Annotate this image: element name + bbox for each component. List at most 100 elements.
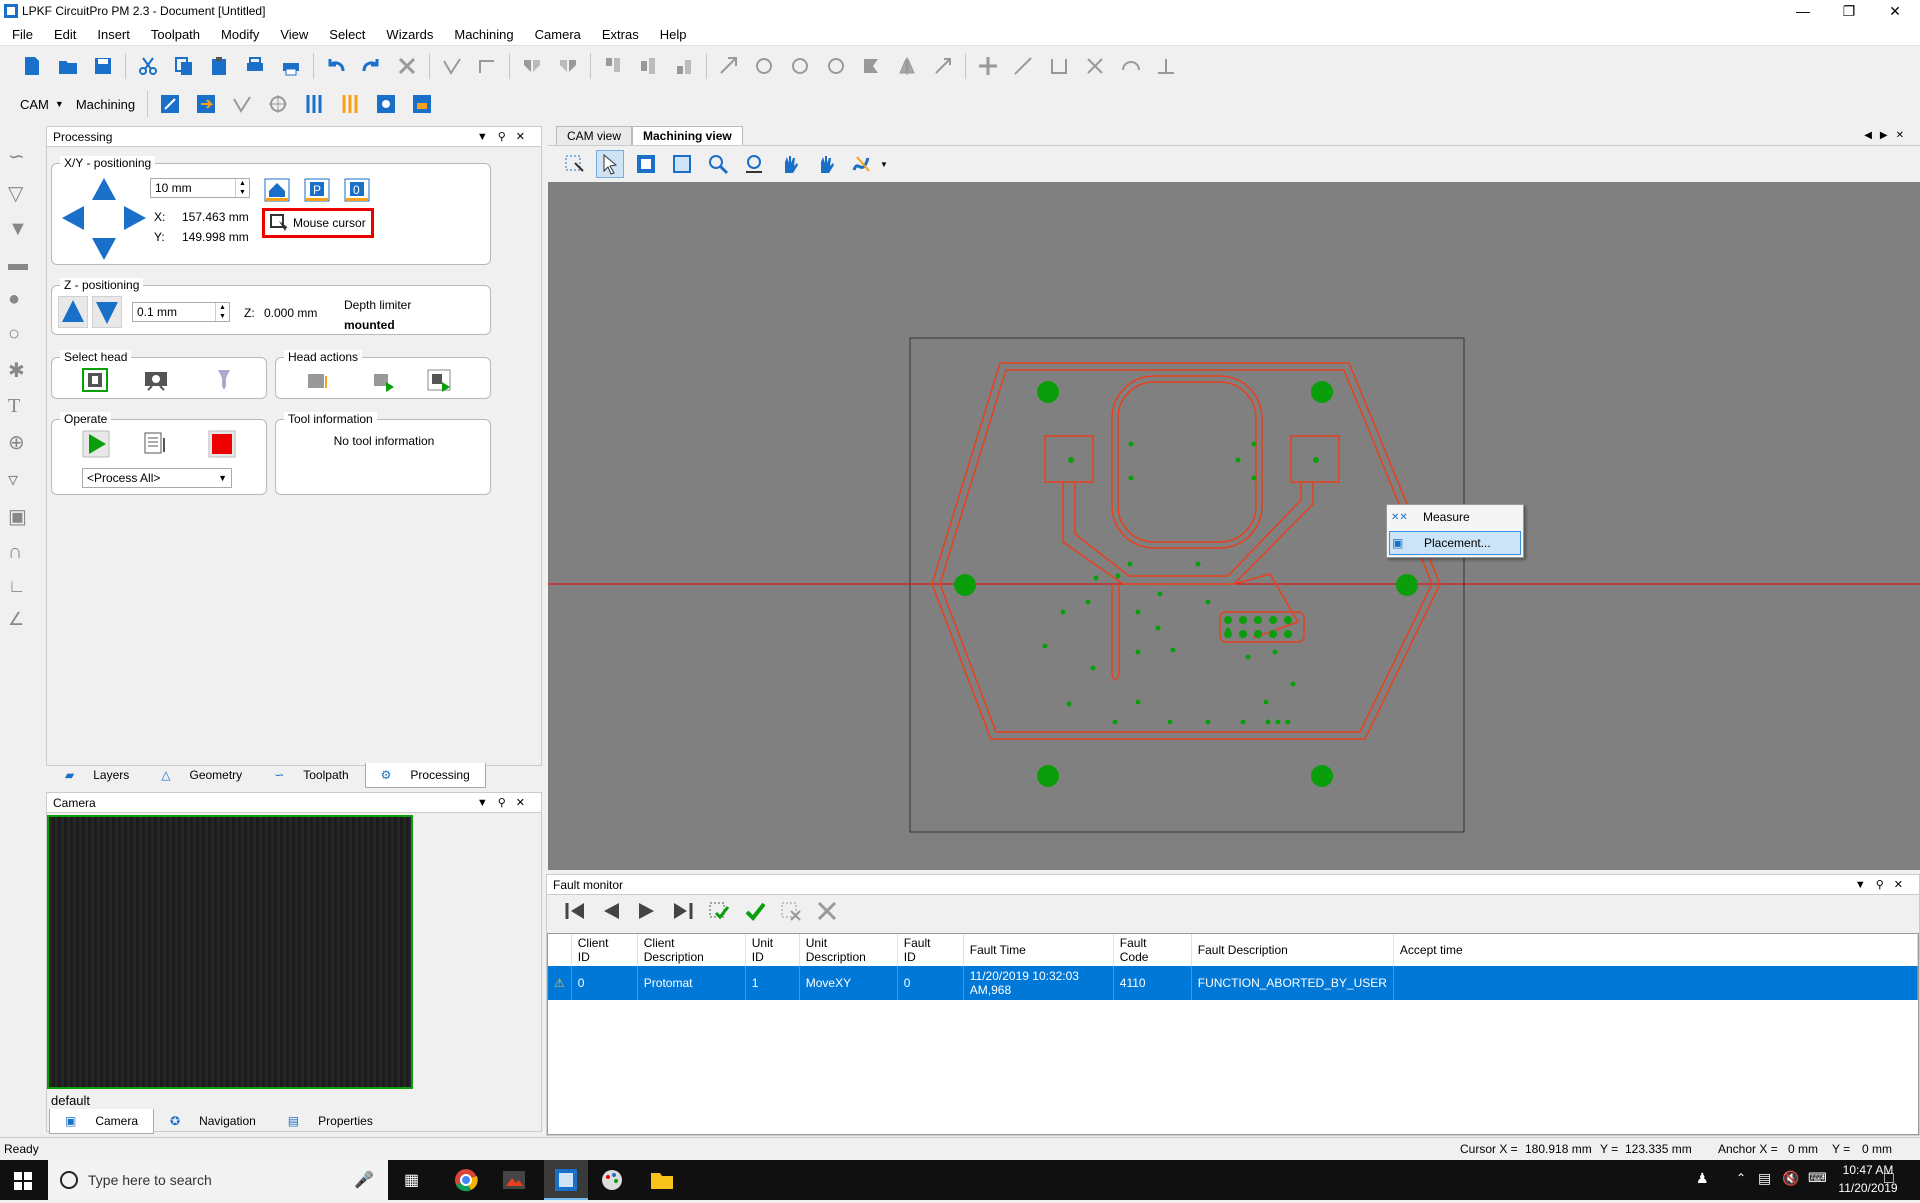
copy-icon[interactable] (170, 52, 198, 80)
chrome-icon[interactable] (454, 1168, 478, 1192)
tab-properties[interactable]: ▤ Properties (272, 1108, 389, 1134)
scale-icon[interactable] (858, 52, 886, 80)
menu-machining[interactable]: Machining (442, 22, 522, 42)
chevron-down-icon[interactable]: ▼ (55, 99, 64, 109)
align-tool-icon[interactable]: ∩ (0, 535, 40, 570)
col-unit-id[interactable]: Unit ID (745, 934, 800, 966)
camera-tool-icon[interactable]: ▣ (0, 498, 40, 535)
close-view-icon[interactable]: ✕ (1896, 130, 1912, 141)
menu-edit[interactable]: Edit (42, 22, 85, 42)
process-select[interactable]: <Process All> ▼ (82, 468, 232, 488)
pointer-icon[interactable] (596, 150, 624, 178)
dropdown-icon[interactable]: ▼ (1855, 879, 1876, 891)
milling-head-icon[interactable] (82, 368, 108, 392)
z-up-icon[interactable] (58, 296, 88, 328)
rectangle-icon[interactable]: ▬ (0, 247, 40, 282)
start-icon[interactable] (82, 430, 110, 458)
context-item-placement[interactable]: ▣ Placement... (1389, 531, 1521, 555)
app-icon-2[interactable] (502, 1168, 526, 1192)
paint-icon[interactable] (600, 1168, 624, 1192)
wizard-icon[interactable] (156, 90, 184, 118)
dimension-icon[interactable] (1045, 52, 1073, 80)
move-icon[interactable] (715, 52, 743, 80)
head-action3-icon[interactable] (426, 368, 454, 394)
rotate-ccw-icon[interactable] (786, 52, 814, 80)
col-fault-time[interactable]: Fault Time (963, 934, 1114, 966)
menu-wizards[interactable]: Wizards (374, 22, 442, 42)
people-icon[interactable]: ♟ (1696, 1170, 1709, 1187)
zoom-in-icon[interactable] (740, 150, 768, 178)
mouse-cursor-button[interactable]: Mouse cursor (262, 208, 374, 238)
chevron-down-icon[interactable]: ▼ (880, 160, 888, 169)
undo-icon[interactable] (322, 52, 350, 80)
angle-45-icon[interactable]: ∠ (0, 603, 40, 636)
fiducial-icon[interactable] (264, 90, 292, 118)
tool-settings-icon[interactable] (336, 90, 364, 118)
snap-mode-icon[interactable] (848, 150, 876, 178)
angle-90-icon[interactable]: ∟ (0, 570, 40, 603)
process-list-icon[interactable] (142, 430, 170, 458)
menu-toolpath[interactable]: Toolpath (139, 22, 209, 42)
open-icon[interactable] (54, 52, 82, 80)
col-fault-id[interactable]: Fault ID (897, 934, 964, 966)
volume-muted-icon[interactable]: 🔇 (1782, 1170, 1799, 1187)
col-client-id[interactable]: Client ID (571, 934, 638, 966)
print-preview-icon[interactable] (241, 52, 269, 80)
delete-selected-icon[interactable] (777, 897, 805, 925)
pin-icon[interactable]: ⚲ (498, 797, 516, 809)
col-fault-description[interactable]: Fault Description (1191, 934, 1394, 966)
xy-step-spinner[interactable]: ▲ ▼ (235, 179, 249, 197)
minimize-button[interactable]: — (1780, 0, 1826, 22)
accept-selected-icon[interactable] (705, 897, 733, 925)
polyline-icon[interactable]: ▽ (0, 175, 40, 212)
text-icon[interactable]: T (0, 389, 40, 424)
menu-modify[interactable]: Modify (209, 22, 268, 42)
z-down-icon[interactable] (92, 296, 122, 328)
measure-line-icon[interactable] (1010, 52, 1038, 80)
close-icon[interactable]: ✕ (1894, 879, 1913, 891)
align-bottom-icon[interactable] (670, 52, 698, 80)
toolpath-icon[interactable] (228, 90, 256, 118)
lpkf-taskbar-item[interactable] (544, 1160, 588, 1200)
park-position-icon[interactable]: P (304, 178, 330, 202)
prev-fault-icon[interactable] (597, 897, 625, 925)
select-area-icon[interactable] (560, 150, 588, 178)
file-explorer-icon[interactable] (650, 1168, 674, 1192)
line-icon[interactable]: ∽ (0, 138, 40, 175)
menu-view[interactable]: View (268, 22, 317, 42)
mirror2-icon[interactable] (554, 52, 582, 80)
notifications-icon[interactable]: □ (1884, 1170, 1894, 1188)
machining-canvas[interactable]: ✕✕ Measure ▣ Placement... (548, 182, 1920, 870)
accept-all-icon[interactable] (741, 897, 769, 925)
menu-select[interactable]: Select (317, 22, 374, 42)
arrow-up-icon[interactable] (90, 176, 118, 202)
cut-icon[interactable] (134, 52, 162, 80)
pin-icon[interactable]: ⚲ (1876, 879, 1894, 891)
keyboard-icon[interactable]: ⌨ (1808, 1170, 1827, 1186)
tool-library-icon[interactable] (300, 90, 328, 118)
home-icon[interactable] (264, 178, 290, 202)
tab-processing[interactable]: ⚙ Processing (364, 762, 486, 788)
col-fault-code[interactable]: Fault Code (1113, 934, 1192, 966)
arrow-left-icon[interactable] (60, 204, 86, 232)
windows-start-icon[interactable] (14, 1172, 32, 1190)
microphone-icon[interactable]: 🎤 (354, 1170, 374, 1190)
align-center-icon[interactable] (634, 52, 662, 80)
dimension3-icon[interactable] (1152, 52, 1180, 80)
mirror-icon[interactable] (518, 52, 546, 80)
process-icon[interactable] (372, 90, 400, 118)
delete-all-icon[interactable] (813, 897, 841, 925)
close-icon[interactable]: ✕ (516, 131, 535, 143)
zoom-window-icon[interactable] (704, 150, 732, 178)
paste-icon[interactable] (206, 52, 234, 80)
tab-cam-view[interactable]: CAM view (556, 126, 633, 145)
tab-navigation[interactable]: ✪ Navigation (154, 1108, 272, 1134)
rotate-icon[interactable] (751, 52, 779, 80)
ring-icon[interactable]: ○ (0, 317, 40, 352)
machine-icon[interactable] (408, 90, 436, 118)
stop-icon[interactable] (208, 430, 236, 458)
circle-icon[interactable]: ● (0, 282, 40, 317)
scroll-right-icon[interactable]: ▶ (1880, 130, 1896, 141)
close-icon[interactable]: ✕ (516, 797, 535, 809)
mode-select[interactable]: CAM (8, 97, 55, 112)
